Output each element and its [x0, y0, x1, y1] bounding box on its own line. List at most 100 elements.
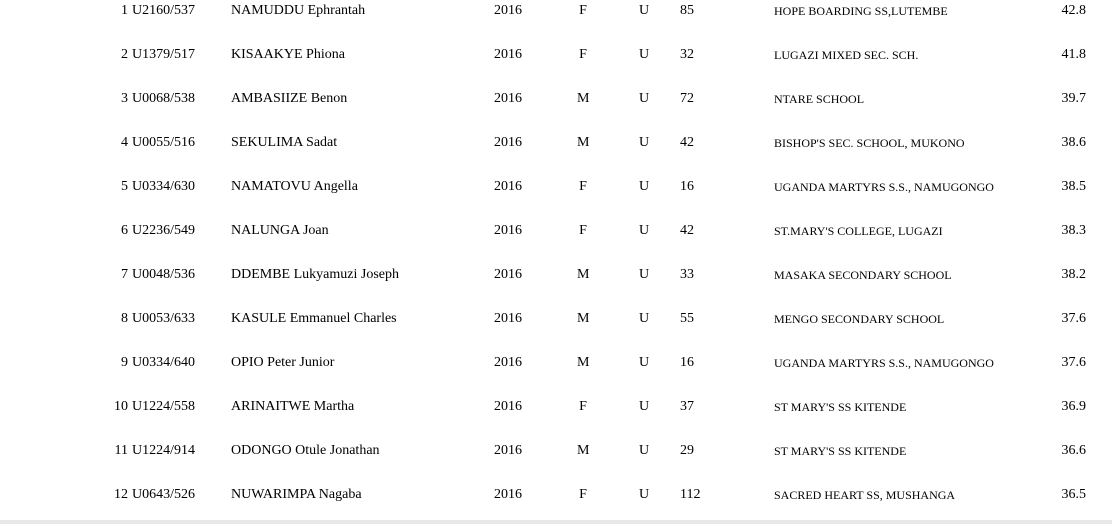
sex: M: [577, 443, 590, 458]
school-name: UGANDA MARTYRS S.S., NAMUGONGO: [774, 180, 994, 194]
student-name: KASULE Emmanuel Charles: [231, 311, 397, 326]
school-name: UGANDA MARTYRS S.S., NAMUGONGO: [774, 356, 994, 370]
index-number: U2160/537: [132, 3, 195, 18]
year: 2016: [494, 135, 522, 150]
count: 37: [680, 399, 694, 414]
year: 2016: [494, 223, 522, 238]
bottom-scrollbar-track[interactable]: [0, 520, 1112, 524]
school-name: SACRED HEART SS, MUSHANGA: [774, 488, 956, 502]
index-number: U1379/517: [132, 47, 195, 62]
category: U: [639, 135, 650, 150]
score: 38.3: [1061, 223, 1087, 238]
count: 55: [680, 311, 694, 326]
table-row: 11 U1224/914 ODONGO Otule Jonathan 2016 M U 29…: [0, 440, 1112, 484]
index-number: U0048/536: [132, 267, 195, 282]
year: 2016: [494, 399, 522, 414]
year: 2016: [494, 91, 522, 106]
score: 42.8: [1061, 3, 1087, 18]
school-name: ST MARY'S SS KITENDE: [774, 400, 907, 414]
sex: F: [579, 399, 587, 414]
category: U: [639, 443, 650, 458]
year: 2016: [494, 3, 522, 18]
count: 72: [680, 91, 694, 106]
row-number: 2: [121, 47, 128, 62]
student-name: OPIO Peter Junior: [231, 355, 335, 370]
score: 38.5: [1061, 179, 1087, 194]
row-number: 8: [121, 311, 128, 326]
category: U: [639, 3, 650, 18]
results-table: 1 U2160/537 NAMUDDU Ephrantah 2016 F U 85 HOPE …: [0, 0, 1112, 520]
year: 2016: [494, 487, 522, 502]
row-number: 7: [121, 267, 128, 282]
score: 36.9: [1061, 399, 1087, 414]
school-name: HOPE BOARDING SS,LUTEMBE: [774, 4, 948, 18]
year: 2016: [494, 179, 522, 194]
category: U: [639, 311, 650, 326]
score: 36.5: [1061, 487, 1087, 502]
sex: M: [577, 355, 590, 370]
index-number: U1224/558: [132, 399, 195, 414]
school-name: ST MARY'S SS KITENDE: [774, 444, 907, 458]
sex: F: [579, 3, 587, 18]
index-number: U0068/538: [132, 91, 195, 106]
category: U: [639, 355, 650, 370]
index-number: U0053/633: [132, 311, 195, 326]
student-name: NAMATOVU Angella: [231, 179, 358, 194]
row-number: 3: [121, 91, 128, 106]
sex: M: [577, 311, 590, 326]
year: 2016: [494, 443, 522, 458]
category: U: [639, 223, 650, 238]
sex: F: [579, 179, 587, 194]
student-name: ODONGO Otule Jonathan: [231, 443, 380, 458]
row-number: 6: [121, 223, 128, 238]
table-row: 3 U0068/538 AMBASIIZE Benon 2016 M U 72 NTARE S…: [0, 88, 1112, 132]
index-number: U0334/640: [132, 355, 195, 370]
table-row: 4 U0055/516 SEKULIMA Sadat 2016 M U 42 BISHOP'S…: [0, 132, 1112, 176]
year: 2016: [494, 355, 522, 370]
count: 29: [680, 443, 694, 458]
count: 112: [680, 487, 701, 502]
row-number: 5: [121, 179, 128, 194]
school-name: NTARE SCHOOL: [774, 92, 865, 106]
category: U: [639, 487, 650, 502]
year: 2016: [494, 267, 522, 282]
index-number: U2236/549: [132, 223, 195, 238]
score: 39.7: [1061, 91, 1087, 106]
category: U: [639, 47, 650, 62]
category: U: [639, 399, 650, 414]
score: 37.6: [1061, 311, 1087, 326]
sex: F: [579, 487, 587, 502]
count: 85: [680, 3, 694, 18]
score: 38.6: [1061, 135, 1087, 150]
score: 41.8: [1061, 47, 1087, 62]
table-row: 7 U0048/536 DDEMBE Lukyamuzi Joseph 2016 M U 3…: [0, 264, 1112, 308]
count: 32: [680, 47, 694, 62]
index-number: U0643/526: [132, 487, 195, 502]
category: U: [639, 91, 650, 106]
index-number: U0334/630: [132, 179, 195, 194]
school-name: MASAKA SECONDARY SCHOOL: [774, 268, 952, 282]
sex: M: [577, 135, 590, 150]
table-row: 10 U1224/558 ARINAITWE Martha 2016 F U 37 ST MA…: [0, 396, 1112, 440]
table-row: 6 U2236/549 NALUNGA Joan 2016 F U 42 ST.MARY'S …: [0, 220, 1112, 264]
sex: F: [579, 47, 587, 62]
sex: F: [579, 223, 587, 238]
count: 42: [680, 135, 694, 150]
count: 33: [680, 267, 694, 282]
table-row: 1 U2160/537 NAMUDDU Ephrantah 2016 F U 85 HOPE …: [0, 0, 1112, 44]
count: 42: [680, 223, 694, 238]
student-name: KISAAKYE Phiona: [231, 47, 345, 62]
sex: M: [577, 91, 590, 106]
student-name: NALUNGA Joan: [231, 223, 329, 238]
student-name: ARINAITWE Martha: [231, 399, 355, 414]
school-name: LUGAZI MIXED SEC. SCH.: [774, 48, 919, 62]
sex: M: [577, 267, 590, 282]
row-number: 9: [121, 355, 128, 370]
student-name: SEKULIMA Sadat: [231, 135, 338, 150]
count: 16: [680, 355, 694, 370]
row-number: 1: [121, 3, 128, 18]
score: 38.2: [1061, 267, 1087, 282]
school-name: MENGO SECONDARY SCHOOL: [774, 312, 945, 326]
student-name: NUWARIMPA Nagaba: [231, 487, 362, 502]
category: U: [639, 179, 650, 194]
